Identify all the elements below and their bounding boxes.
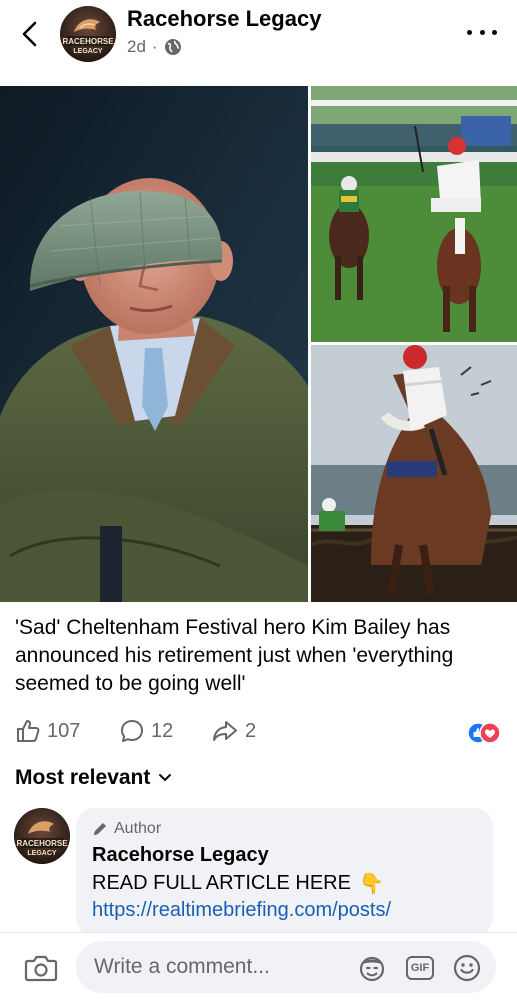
article-link[interactable]: https://realtimebriefing.com/posts/ (92, 899, 477, 922)
thumbs-up-icon (17, 720, 40, 742)
reaction-bar: 107 12 2 (15, 718, 505, 748)
svg-text:LEGACY: LEGACY (27, 850, 57, 857)
gif-button[interactable]: GIF (406, 954, 434, 982)
camera-icon (24, 955, 58, 982)
globe-icon (164, 39, 181, 55)
photo-race-gallop[interactable] (311, 86, 517, 342)
camera-button[interactable] (24, 953, 58, 983)
comment-sort-dropdown[interactable]: Most relevant (15, 766, 172, 790)
comment-input[interactable]: Write a comment... GIF (76, 941, 496, 993)
pointing-down-emoji: 👇 (358, 871, 384, 895)
more-dot (492, 29, 497, 35)
gif-label: GIF (410, 962, 430, 974)
love-reaction-icon (479, 722, 501, 744)
comment-bubble[interactable]: Author Racehorse Legacy READ FULL ARTICL… (76, 808, 493, 936)
svg-text:RACEHORSE: RACEHORSE (62, 37, 114, 46)
pencil-icon (94, 823, 106, 835)
comment-placeholder: Write a comment... (94, 955, 270, 978)
avatar-sticker-button[interactable] (358, 954, 386, 982)
more-horizontal-icon (467, 29, 472, 35)
author-badge: Author (92, 820, 477, 838)
back-button[interactable] (16, 20, 44, 48)
more-options-button[interactable] (467, 22, 497, 42)
racehorse-legacy-logo: RACEHORSE LEGACY (60, 6, 116, 62)
svg-text:RACEHORSE: RACEHORSE (16, 839, 68, 848)
meta-separator: · (151, 37, 158, 56)
photo-trainer-portrait[interactable] (0, 86, 308, 602)
comment-composer: Write a comment... GIF (0, 932, 517, 1000)
gif-icon: GIF (406, 956, 434, 980)
sort-label: Most relevant (15, 766, 151, 789)
page-avatar[interactable]: RACEHORSE LEGACY (60, 6, 116, 62)
post-meta: 2d · (127, 37, 182, 57)
more-dot (479, 29, 485, 35)
emoji-button[interactable] (453, 954, 481, 982)
chevron-left-icon (22, 21, 37, 47)
post-header: RACEHORSE LEGACY Racehorse Legacy 2d · (0, 0, 517, 86)
comment-button[interactable]: 12 (119, 718, 173, 744)
share-arrow-icon (213, 721, 237, 741)
post-time[interactable]: 2d (127, 37, 146, 57)
racehorse-legacy-logo: RACEHORSE LEGACY (14, 808, 70, 864)
reaction-summary[interactable] (467, 722, 501, 744)
comment-count: 12 (151, 719, 174, 742)
emoji-icon (453, 954, 481, 982)
like-button[interactable]: 107 (15, 718, 80, 744)
post-photo-grid (0, 86, 517, 602)
comment-text-body: READ FULL ARTICLE HERE (92, 871, 351, 894)
chevron-down-icon (159, 774, 172, 782)
photo-race-jump[interactable] (311, 345, 517, 602)
comment-text: READ FULL ARTICLE HERE 👇 (92, 871, 477, 895)
share-button[interactable]: 2 (211, 718, 256, 744)
comment-bubble-icon (121, 720, 143, 742)
share-count: 2 (245, 719, 257, 742)
page-name[interactable]: Racehorse Legacy (127, 6, 321, 32)
commenter-avatar[interactable]: RACEHORSE LEGACY (14, 808, 70, 864)
avatar-sticker-icon (359, 956, 385, 982)
post-caption[interactable]: 'Sad' Cheltenham Festival hero Kim Baile… (15, 614, 505, 698)
author-badge-label: Author (114, 820, 162, 837)
commenter-name[interactable]: Racehorse Legacy (92, 844, 477, 867)
svg-text:LEGACY: LEGACY (73, 48, 103, 55)
like-count: 107 (47, 719, 81, 742)
